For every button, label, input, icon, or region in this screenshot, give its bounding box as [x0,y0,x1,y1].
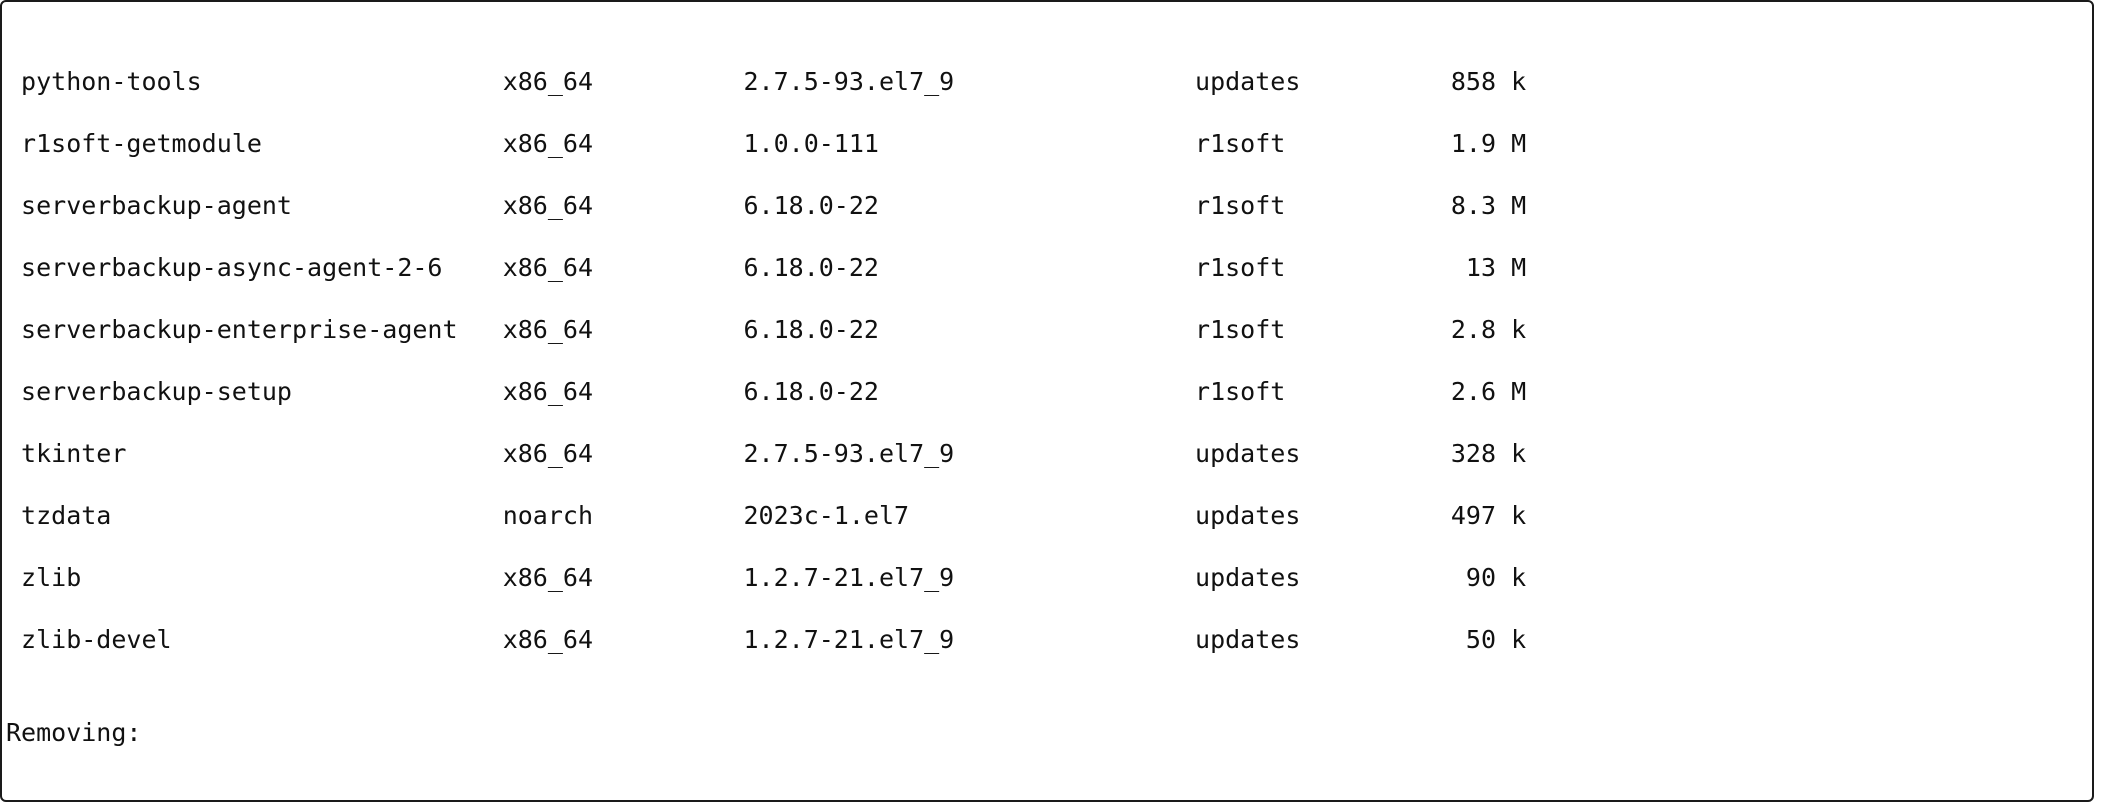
pkg-version: 6.18.0-22 [744,190,1196,221]
pkg-name: tzdata [21,500,503,531]
pkg-repo: updates [1195,562,1406,593]
table-row: tzdatanoarch2023c-1.el7updates497 k [6,500,2092,531]
pkg-repo: r1soft [1195,314,1406,345]
pkg-name: r1soft-getmodule [21,128,503,159]
table-row: serverbackup-enterprise-agentx86_646.18.… [6,314,2092,345]
pkg-arch: x86_64 [503,128,744,159]
pkg-arch: noarch [503,500,744,531]
pkg-version: 6.18.0-22 [744,376,1196,407]
pkg-size: 2.6 M [1406,376,1526,407]
pkg-version: 2.7.5-93.el7_9 [744,66,1196,97]
pkg-name: python-tools [21,66,503,97]
pkg-size: 8.3 M [1406,190,1526,221]
pkg-size: 497 k [1406,500,1526,531]
pkg-size: 2.8 k [1406,314,1526,345]
pkg-name: serverbackup-setup [21,376,503,407]
table-row: python-toolsx86_642.7.5-93.el7_9updates8… [6,66,2092,97]
table-row: r1soft-getmodulex86_641.0.0-111r1soft1.9… [6,128,2092,159]
pkg-name: serverbackup-async-agent-2-6 [21,252,503,283]
pkg-repo: r1soft [1195,190,1406,221]
pkg-version: 1.0.0-111 [744,128,1196,159]
table-row: zlib-develx86_641.2.7-21.el7_9updates50 … [6,624,2092,655]
pkg-size: 328 k [1406,438,1526,469]
pkg-repo: r1soft [1195,376,1406,407]
pkg-name: tkinter [21,438,503,469]
pkg-name: zlib-devel [21,624,503,655]
pkg-arch: x86_64 [503,252,744,283]
pkg-arch: x86_64 [503,624,744,655]
pkg-repo: r1soft [1195,252,1406,283]
removing-table: kernelx86_643.10.0-1160.71.1.el7@updates… [6,779,2092,802]
pkg-version: 6.18.0-22 [744,252,1196,283]
pkg-size: 90 k [1406,562,1526,593]
pkg-repo: updates [1195,66,1406,97]
pkg-version: 1.2.7-21.el7_9 [744,624,1196,655]
pkg-repo: updates [1195,500,1406,531]
pkg-version: 6.18.0-22 [744,314,1196,345]
pkg-size: 858 k [1406,66,1526,97]
pkg-arch: x86_64 [503,190,744,221]
pkg-repo: updates [1195,438,1406,469]
removing-header: Removing: [6,717,2092,748]
pkg-version: 2.7.5-93.el7_9 [744,438,1196,469]
table-row: tkinterx86_642.7.5-93.el7_9updates328 k [6,438,2092,469]
pkg-size: 13 M [1406,252,1526,283]
pkg-arch: x86_64 [503,438,744,469]
table-row: serverbackup-setupx86_646.18.0-22r1soft2… [6,376,2092,407]
pkg-size: 1.9 M [1406,128,1526,159]
pkg-version: 1.2.7-21.el7_9 [744,562,1196,593]
pkg-repo: r1soft [1195,128,1406,159]
pkg-name: serverbackup-agent [21,190,503,221]
pkg-repo: updates [1195,624,1406,655]
table-row: zlibx86_641.2.7-21.el7_9updates90 k [6,562,2092,593]
terminal-window[interactable]: python-toolsx86_642.7.5-93.el7_9updates8… [0,0,2094,802]
pkg-arch: x86_64 [503,66,744,97]
pkg-version: 2023c-1.el7 [744,500,1196,531]
package-table: python-toolsx86_642.7.5-93.el7_9updates8… [6,35,2092,686]
pkg-name: serverbackup-enterprise-agent [21,314,503,345]
pkg-arch: x86_64 [503,376,744,407]
pkg-name: zlib [21,562,503,593]
pkg-arch: x86_64 [503,562,744,593]
pkg-size: 50 k [1406,624,1526,655]
pkg-arch: x86_64 [503,314,744,345]
table-row: serverbackup-async-agent-2-6x86_646.18.0… [6,252,2092,283]
table-row: serverbackup-agentx86_646.18.0-22r1soft8… [6,190,2092,221]
